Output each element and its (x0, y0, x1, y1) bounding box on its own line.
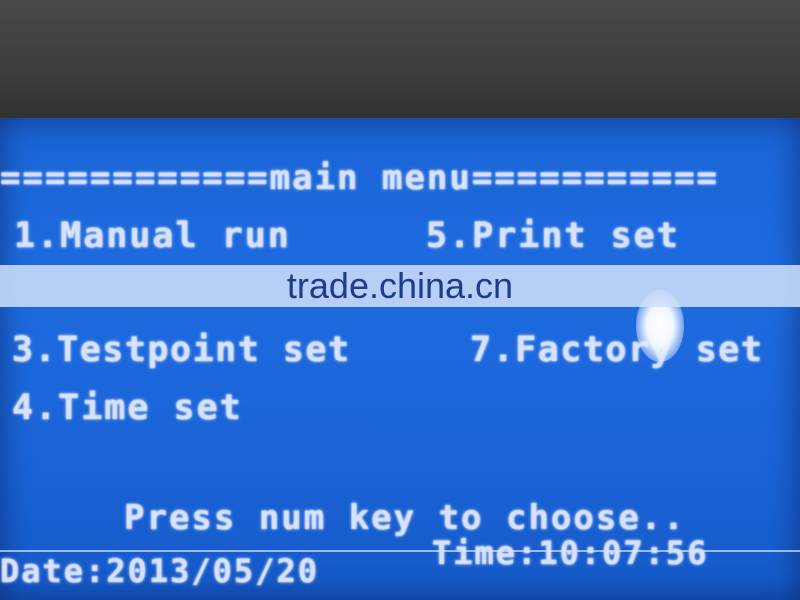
main-menu-title: ============main menu=========== (0, 158, 720, 198)
lcd-screen: ============main menu=========== 1.Manua… (0, 118, 800, 600)
status-date: Date:2013/05/20 (0, 552, 319, 590)
menu-item-time-set[interactable]: 4.Time set (12, 388, 243, 428)
menu-item-print-set[interactable]: 5.Print set (426, 216, 680, 256)
status-time: Time:10:07:56 (432, 534, 709, 572)
watermark: trade.china.cn (286, 265, 514, 306)
menu-item-testpoint-set[interactable]: 3.Testpoint set (12, 330, 351, 370)
menu-item-factory-set[interactable]: 7.Factory set (470, 330, 763, 370)
key-prompt: Press num key to choose.. (124, 498, 686, 538)
menu-item-manual-run[interactable]: 1.Manual run (14, 216, 291, 256)
